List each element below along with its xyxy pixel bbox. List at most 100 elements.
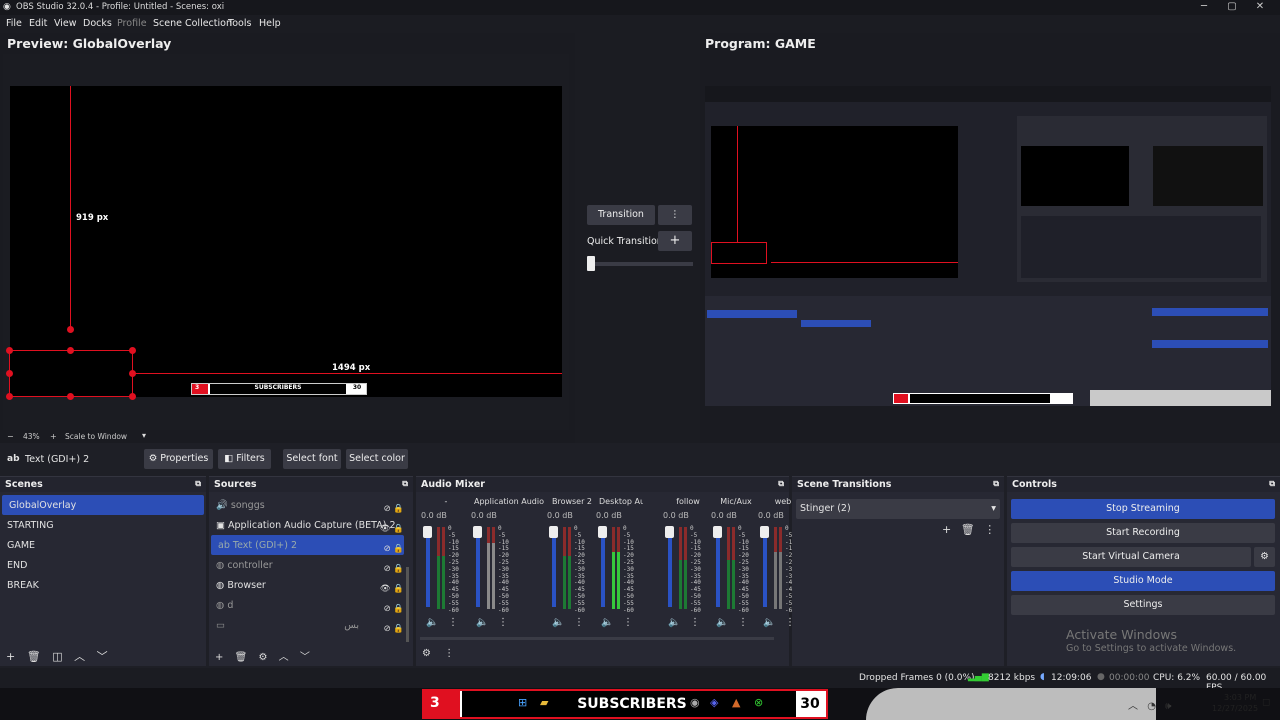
- dock-float-icon[interactable]: ⧉: [778, 479, 784, 489]
- volume-slider-handle[interactable]: [598, 526, 607, 538]
- app-icon[interactable]: ▲: [732, 696, 740, 709]
- volume-slider[interactable]: [476, 527, 480, 607]
- menu-view[interactable]: View: [54, 18, 77, 29]
- menu-tools[interactable]: Tools: [228, 18, 251, 29]
- channel-more-icon[interactable]: ⋮: [574, 617, 584, 628]
- discord-icon[interactable]: ◈: [710, 696, 718, 709]
- settings-button[interactable]: Settings: [1011, 595, 1275, 615]
- scene-item[interactable]: STARTING: [0, 515, 204, 535]
- volume-slider-handle[interactable]: [423, 526, 432, 538]
- sources-scrollbar[interactable]: [406, 567, 409, 642]
- mixer-settings-icon[interactable]: ⚙: [422, 648, 431, 659]
- volume-slider[interactable]: [716, 527, 720, 607]
- dock-float-icon[interactable]: ⧉: [1269, 479, 1275, 489]
- volume-slider-handle[interactable]: [473, 526, 482, 538]
- visibility-hidden-icon[interactable]: ⊘ 🔒: [364, 499, 404, 519]
- remove-icon[interactable]: 🗑: [961, 523, 975, 536]
- filter-icon[interactable]: ◫: [52, 650, 62, 663]
- add-icon[interactable]: +: [6, 650, 15, 663]
- scene-item[interactable]: GlobalOverlay: [2, 495, 204, 515]
- volume-slider-handle[interactable]: [549, 526, 558, 538]
- select-color-button[interactable]: Select color: [346, 449, 408, 469]
- maximize-button[interactable]: ▢: [1222, 1, 1242, 12]
- channel-more-icon[interactable]: ⋮: [498, 617, 508, 628]
- menu-docks[interactable]: Docks: [83, 18, 112, 29]
- minimize-button[interactable]: ─: [1194, 1, 1214, 12]
- remove-icon[interactable]: 🗑: [27, 650, 41, 663]
- gear-icon[interactable]: ⚙: [258, 652, 267, 663]
- remove-icon[interactable]: 🗑: [235, 652, 248, 663]
- mute-icon[interactable]: 🔈: [476, 617, 488, 628]
- notification-icon[interactable]: ◻: [1262, 697, 1270, 708]
- resize-handle[interactable]: [6, 370, 13, 377]
- scene-item[interactable]: END: [0, 555, 204, 575]
- mute-icon[interactable]: 🔈: [716, 617, 728, 628]
- add-quick-transition-button[interactable]: +: [658, 231, 692, 251]
- obs-app-icon[interactable]: ◉: [690, 696, 700, 709]
- move-up-icon[interactable]: ︿: [279, 652, 289, 663]
- mute-icon[interactable]: 🔈: [763, 617, 775, 628]
- visibility-hidden-icon[interactable]: ⊘ 🔒: [364, 619, 404, 639]
- volume-slider-handle[interactable]: [760, 526, 769, 538]
- selected-source-box[interactable]: [9, 350, 133, 397]
- add-icon[interactable]: +: [942, 523, 951, 536]
- dock-float-icon[interactable]: ⧉: [402, 479, 408, 489]
- close-button[interactable]: ✕: [1250, 1, 1270, 12]
- chevron-down-icon[interactable]: ▾: [142, 431, 146, 440]
- move-down-icon[interactable]: ﹀: [300, 652, 310, 663]
- channel-more-icon[interactable]: ⋮: [690, 617, 700, 628]
- preview-canvas[interactable]: 919 px 1494 px 3 SUBSCRIBERS 30: [6, 86, 562, 400]
- stop-streaming-button[interactable]: Stop Streaming: [1011, 499, 1275, 519]
- visibility-icon[interactable]: 👁 🔒: [364, 579, 404, 599]
- mute-icon[interactable]: 🔈: [552, 617, 564, 628]
- xbox-icon[interactable]: ⊗: [754, 696, 763, 709]
- move-down-icon[interactable]: ﹀: [97, 650, 108, 663]
- start-recording-button[interactable]: Start Recording: [1011, 523, 1275, 543]
- dock-float-icon[interactable]: ⧉: [195, 479, 201, 489]
- menu-file[interactable]: File: [6, 18, 22, 29]
- move-up-icon[interactable]: ︿: [74, 650, 85, 663]
- transition-slider-handle[interactable]: [587, 256, 595, 271]
- wifi-icon[interactable]: ◔: [1147, 701, 1156, 712]
- scene-item[interactable]: GAME: [0, 535, 204, 555]
- resize-handle[interactable]: [129, 393, 136, 400]
- transition-select[interactable]: Stinger (2) ▾: [796, 499, 1000, 519]
- menu-help[interactable]: Help: [259, 18, 281, 29]
- mixer-more-icon[interactable]: ⋮: [444, 648, 454, 659]
- start-virtual-camera-button[interactable]: Start Virtual Camera: [1011, 547, 1251, 567]
- transition-more-icon[interactable]: ⋮: [658, 205, 692, 225]
- select-font-button[interactable]: Select font: [283, 449, 341, 469]
- guide-handle[interactable]: [67, 326, 74, 333]
- visibility-hidden-icon[interactable]: ⊘ 🔒: [364, 559, 404, 579]
- channel-more-icon[interactable]: ⋮: [738, 617, 748, 628]
- volume-slider[interactable]: [668, 527, 672, 607]
- volume-slider-handle[interactable]: [665, 526, 674, 538]
- volume-slider[interactable]: [601, 527, 605, 607]
- visibility-hidden-icon[interactable]: ⊘ 🔒: [364, 539, 404, 559]
- volume-slider[interactable]: [763, 527, 767, 607]
- menu-scene-collection[interactable]: Scene Collection: [153, 18, 232, 29]
- filters-button[interactable]: ◧ Filters: [218, 449, 271, 469]
- file-explorer-icon[interactable]: ▰: [540, 696, 548, 709]
- transition-button[interactable]: Transition: [587, 205, 655, 225]
- menu-profile[interactable]: Profile: [117, 18, 147, 29]
- channel-more-icon[interactable]: ⋮: [448, 617, 458, 628]
- program-display[interactable]: [705, 86, 1271, 406]
- scale-mode[interactable]: Scale to Window: [65, 432, 127, 441]
- volume-icon[interactable]: 🕪: [1165, 701, 1171, 712]
- volume-slider[interactable]: [426, 527, 430, 607]
- menu-edit[interactable]: Edit: [29, 18, 47, 29]
- transition-slider[interactable]: [587, 262, 693, 266]
- channel-more-icon[interactable]: ⋮: [623, 617, 633, 628]
- resize-handle[interactable]: [6, 347, 13, 354]
- mute-icon[interactable]: 🔈: [668, 617, 680, 628]
- scene-item[interactable]: BREAK: [0, 575, 204, 595]
- windows-start-icon[interactable]: ⊞: [518, 696, 527, 709]
- resize-handle[interactable]: [67, 347, 74, 354]
- studio-mode-button[interactable]: Studio Mode: [1011, 571, 1275, 591]
- resize-handle[interactable]: [129, 370, 136, 377]
- resize-handle[interactable]: [67, 393, 74, 400]
- zoom-plus-button[interactable]: +: [50, 432, 57, 441]
- virtual-camera-gear-icon[interactable]: ⚙: [1254, 547, 1275, 567]
- resize-handle[interactable]: [129, 347, 136, 354]
